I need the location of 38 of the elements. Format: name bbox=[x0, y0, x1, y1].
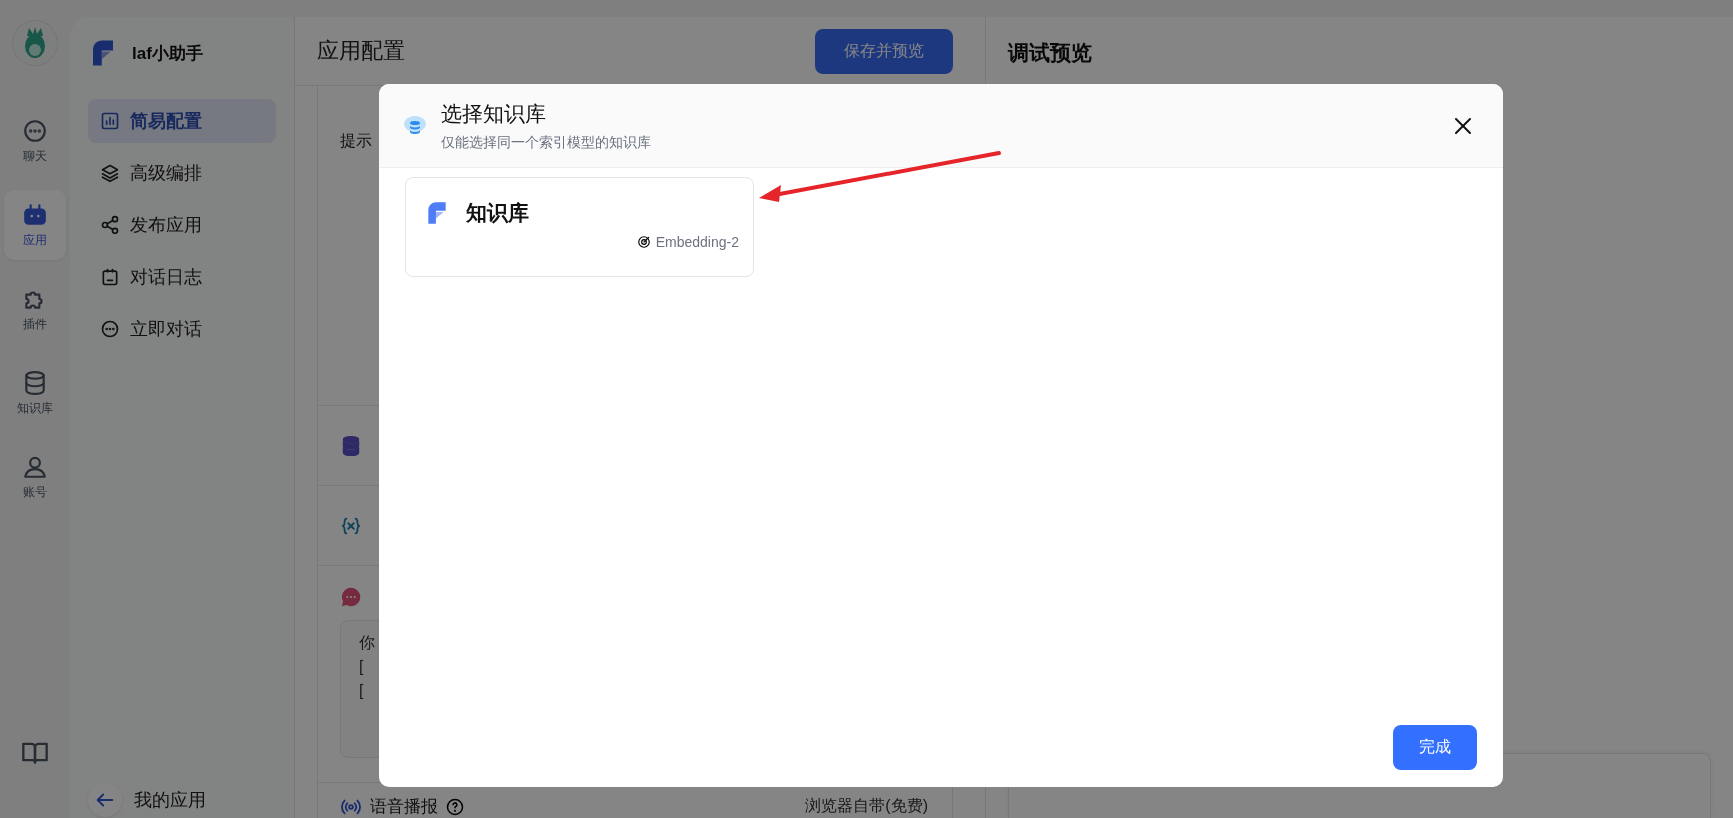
menu-item[interactable]: 发布应用 bbox=[88, 203, 276, 247]
back-label[interactable]: 我的应用 bbox=[134, 788, 206, 812]
calendar-icon bbox=[100, 267, 120, 287]
database-icon bbox=[22, 369, 48, 396]
setting-label: 语音播报 bbox=[370, 796, 438, 818]
panel-title: 应用配置 bbox=[317, 37, 405, 65]
panel-title: 调试预览 bbox=[1008, 40, 1093, 66]
share-icon bbox=[100, 215, 120, 235]
target-icon bbox=[636, 235, 651, 249]
robot-icon bbox=[22, 201, 48, 228]
layers-icon bbox=[100, 163, 120, 183]
nav-item[interactable]: 应用 bbox=[4, 190, 66, 260]
bar-chart-icon bbox=[100, 111, 120, 131]
database-icon bbox=[340, 434, 362, 457]
help-icon[interactable] bbox=[446, 797, 464, 816]
chat-bubble-icon bbox=[340, 586, 362, 608]
dataset-card[interactable]: 知识库 Embedding-2 bbox=[405, 177, 754, 277]
save-button[interactable]: 保存并预览 bbox=[815, 28, 953, 74]
menu-item[interactable]: 对话日志 bbox=[88, 255, 276, 299]
chat-icon bbox=[100, 319, 120, 339]
nav-item[interactable]: 知识库 bbox=[4, 358, 66, 428]
nav-item[interactable]: 插件 bbox=[4, 274, 66, 344]
menu-item[interactable]: 简易配置 bbox=[88, 99, 276, 143]
back-button[interactable] bbox=[88, 783, 122, 817]
nav-item[interactable]: 账号 bbox=[4, 442, 66, 512]
app-name: laf小助手 bbox=[132, 42, 203, 65]
setting-value[interactable]: 浏览器自带(免费) bbox=[805, 796, 928, 817]
model-name: Embedding-2 bbox=[655, 234, 739, 250]
done-button[interactable]: 完成 bbox=[1393, 725, 1477, 770]
menu-item[interactable]: 高级编排 bbox=[88, 151, 276, 195]
dataset-name: 知识库 bbox=[466, 200, 529, 226]
avatar bbox=[12, 20, 58, 66]
dialog-title: 选择知识库 bbox=[441, 100, 547, 127]
chat-icon bbox=[22, 117, 48, 144]
field-label: 提示 bbox=[340, 132, 372, 149]
menu-item[interactable]: 立即对话 bbox=[88, 307, 276, 351]
dialog-subtitle: 仅能选择同一个索引模型的知识库 bbox=[441, 133, 652, 152]
nav-item[interactable]: 聊天 bbox=[4, 106, 66, 176]
